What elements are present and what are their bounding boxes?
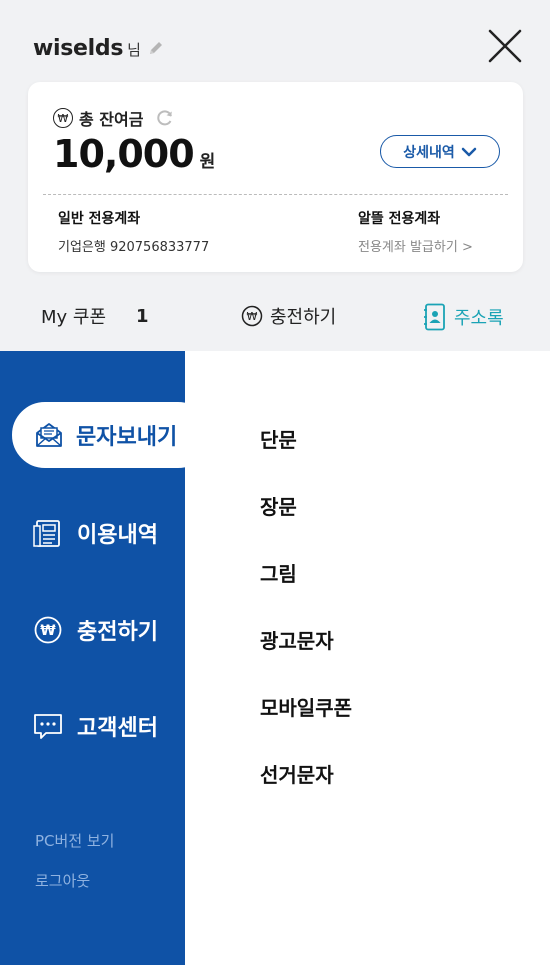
saving-account: 알뜰 전용계좌 전용계좌 발급하기 > xyxy=(358,208,473,255)
submenu-panel: 단문 장문 그림 광고문자 모바일쿠폰 선거문자 xyxy=(185,351,550,965)
balance-value: 10,000 xyxy=(53,132,195,176)
chat-bubble-icon xyxy=(34,714,62,739)
envelope-icon xyxy=(36,423,62,447)
submenu-item-picture-message[interactable]: 그림 xyxy=(260,558,297,587)
user-info: wiselds 님 xyxy=(33,36,165,61)
contacts-label: 주소록 xyxy=(454,308,504,329)
balance-card: ₩ 총 잔여금 10,000 원 상세내역 일반 전용계좌 기업은행 92075… xyxy=(28,82,523,272)
coupon-count: 1 xyxy=(136,305,149,327)
general-account-number: 기업은행 920756833777 xyxy=(58,240,210,255)
general-account: 일반 전용계좌 기업은행 920756833777 xyxy=(58,208,209,255)
svg-text:₩: ₩ xyxy=(40,623,56,639)
sidebar-item-label: 문자보내기 xyxy=(76,425,178,450)
submenu-item-long-message[interactable]: 장문 xyxy=(260,491,297,520)
document-icon xyxy=(33,520,60,547)
username-suffix: 님 xyxy=(127,41,141,59)
issue-account-link[interactable]: 전용계좌 발급하기 > xyxy=(358,236,473,255)
detail-history-label: 상세내역 xyxy=(403,144,455,161)
charge-link[interactable]: ₩ 충전하기 xyxy=(241,303,336,329)
sidebar-item-charge[interactable]: ₩ 충전하기 xyxy=(33,614,158,646)
my-coupon-link[interactable]: My 쿠폰 1 xyxy=(41,303,149,329)
username: wiselds xyxy=(33,36,124,61)
saving-account-title: 알뜰 전용계좌 xyxy=(358,211,441,227)
logout-link[interactable]: 로그아웃 xyxy=(35,870,90,891)
svg-text:₩: ₩ xyxy=(247,310,258,323)
address-book-link[interactable]: 주소록 xyxy=(424,303,504,331)
balance-label: ₩ 총 잔여금 xyxy=(53,106,175,130)
charge-label: 충전하기 xyxy=(270,307,337,328)
chevron-down-icon xyxy=(461,147,477,156)
coupon-label: My 쿠폰 xyxy=(41,307,107,328)
sidebar-item-label: 고객센터 xyxy=(77,716,158,741)
won-icon: ₩ xyxy=(53,108,73,128)
submenu-item-ad-message[interactable]: 광고문자 xyxy=(260,625,334,654)
balance-label-text: 총 잔여금 xyxy=(79,110,144,129)
submenu-item-mobile-coupon[interactable]: 모바일쿠폰 xyxy=(260,692,352,721)
won-coin-icon: ₩ xyxy=(34,616,62,644)
account-header: wiselds 님 ₩ 총 잔여금 10,000 원 상세내역 일반 전용계좌 … xyxy=(0,0,550,351)
detail-history-button[interactable]: 상세내역 xyxy=(380,135,500,168)
general-account-title: 일반 전용계좌 xyxy=(58,211,141,227)
pc-version-link[interactable]: PC버전 보기 xyxy=(35,830,115,851)
balance-unit: 원 xyxy=(199,152,216,172)
submenu-item-election-message[interactable]: 선거문자 xyxy=(260,759,334,788)
close-icon[interactable] xyxy=(487,28,523,64)
won-coin-icon: ₩ xyxy=(241,305,263,327)
sidebar-item-usage-history[interactable]: 이용내역 xyxy=(33,517,158,549)
balance-amount: 10,000 원 xyxy=(53,132,215,176)
sidebar: 문자보내기 이용내역 ₩ 충전하기 고객센터 PC버전 보기 로그아웃 xyxy=(0,351,214,965)
pencil-icon[interactable] xyxy=(147,39,165,57)
sidebar-item-customer-center[interactable]: 고객센터 xyxy=(33,710,158,742)
card-divider xyxy=(43,194,508,195)
address-book-icon xyxy=(424,303,445,331)
submenu-item-short-message[interactable]: 단문 xyxy=(260,424,297,453)
quick-actions: My 쿠폰 1 ₩ 충전하기 주소록 xyxy=(0,303,550,335)
sidebar-item-label: 충전하기 xyxy=(77,620,158,645)
sidebar-item-send-message[interactable]: 문자보내기 xyxy=(9,399,214,471)
sidebar-item-label: 이용내역 xyxy=(77,523,158,548)
refresh-icon[interactable] xyxy=(155,108,175,128)
